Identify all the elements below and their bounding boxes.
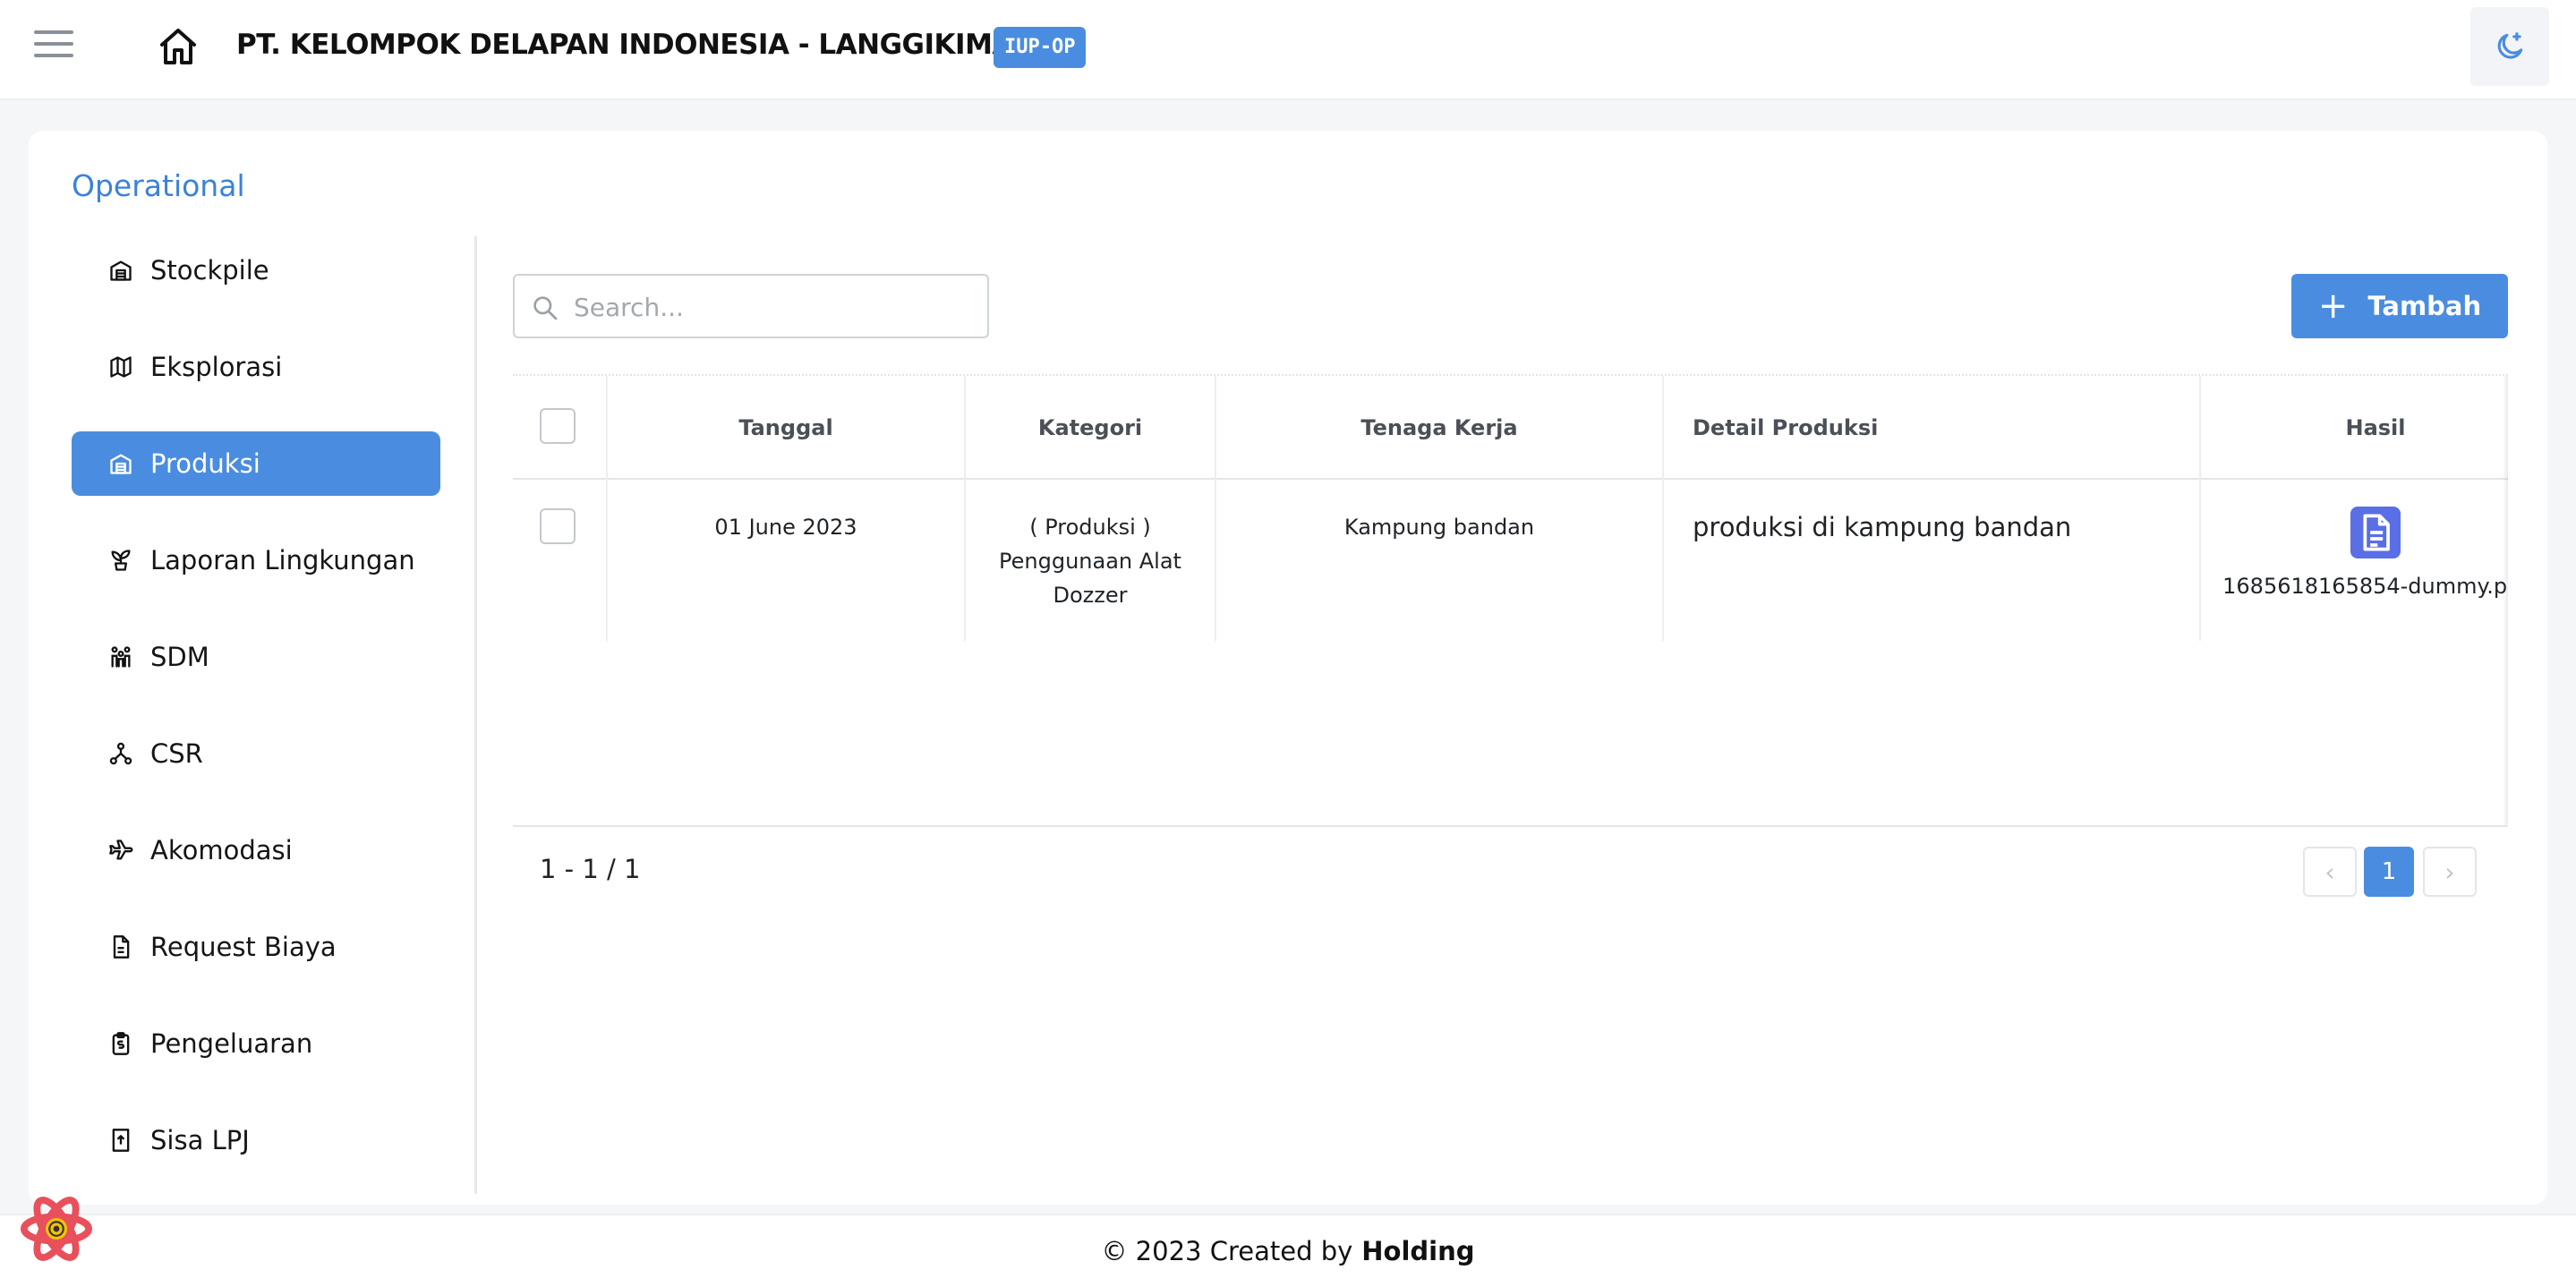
plane-icon [107,837,134,864]
search-icon [533,296,558,320]
page-button-1[interactable]: 1 [2364,847,2414,897]
column-header-tenaga-kerja[interactable]: Tenaga Kerja [1215,376,1662,480]
people-icon [107,644,134,670]
sidebar-item-request-biaya[interactable]: Request Biaya [72,915,440,979]
kategori-line: Penggunaan Alat [999,549,1181,574]
sidebar-item-laporan-lingkungan[interactable]: Laporan Lingkungan [72,528,440,592]
theme-toggle-button[interactable] [2470,7,2549,86]
sidebar-item-label: Request Biaya [150,932,337,962]
add-button[interactable]: + Tambah [2291,274,2508,338]
kategori-line: Dozzer [1053,583,1128,608]
cell-hasil: 1685618165854-dummy.pdf [2199,480,2508,641]
cell-kategori: ( Produksi ) Penggunaan Alat Dozzer [964,480,1215,641]
react-devtools-icon[interactable] [18,1190,95,1267]
top-header: PT. KELOMPOK DELAPAN INDONESIA - LANGGIK… [0,0,2576,100]
cell-tanggal: 01 June 2023 [606,480,964,641]
scroll-shadow [2503,376,2508,825]
footer-text: © 2023 Created by [1101,1236,1353,1266]
sidebar-item-label: CSR [150,738,203,769]
sidebar-item-label: Akomodasi [150,835,293,865]
document-icon [107,933,134,960]
sidebar-item-label: Pengeluaran [150,1028,313,1059]
cell-tenaga-kerja: Kampung bandan [1215,480,1662,641]
sidebar-divider [474,236,477,1194]
sidebar-item-label: SDM [150,642,209,672]
sidebar-item-produksi[interactable]: Produksi [72,431,440,496]
sidebar-item-label: Eksplorasi [150,352,283,382]
search-field[interactable] [513,274,989,338]
kategori-line: ( Produksi ) [1029,515,1151,540]
network-icon [107,740,134,767]
column-header-tanggal[interactable]: Tanggal [606,376,964,480]
sidebar-nav: Stockpile Eksplorasi Produksi Laporan Li… [72,238,440,1205]
sidebar-item-label: Produksi [150,448,260,479]
hamburger-menu-icon[interactable] [34,30,73,63]
column-header-kategori[interactable]: Kategori [964,376,1215,480]
sidebar-item-akomodasi[interactable]: Akomodasi [72,818,440,882]
file-name-link[interactable]: 1685618165854-dummy.pdf [2201,569,2508,603]
section-title: Operational [72,168,245,203]
data-table: Tanggal Kategori Tenaga Kerja Detail Pro… [513,374,2508,827]
column-header-hasil[interactable]: Hasil [2199,376,2508,480]
cell-detail-produksi: produksi di kampung bandan [1662,480,2199,641]
plus-icon: + [2317,286,2349,327]
footer-brand: Holding [1361,1236,1475,1266]
table-row[interactable]: 01 June 2023 ( Produksi ) Penggunaan Ala… [513,480,2508,641]
building-icon [107,257,134,284]
moon-icon [2497,32,2523,59]
next-page-button[interactable]: › [2423,847,2477,897]
sidebar-item-label: Stockpile [150,255,269,286]
sidebar-item-label: Sisa LPJ [150,1125,250,1155]
chevron-right-icon: › [2444,857,2455,887]
row-checkbox-cell [513,480,606,641]
sidebar-item-csr[interactable]: CSR [72,721,440,786]
receipt-icon [107,1127,134,1154]
building-icon [107,450,134,477]
map-icon [107,354,134,380]
chevron-left-icon: ‹ [2324,857,2335,887]
search-input[interactable] [574,285,968,329]
sidebar-item-sdm[interactable]: SDM [72,625,440,689]
sidebar-item-label: Laporan Lingkungan [150,545,415,575]
sidebar-item-sisa-lpj[interactable]: Sisa LPJ [72,1108,440,1172]
sidebar-item-stockpile[interactable]: Stockpile [72,238,440,303]
add-button-label: Tambah [2367,291,2482,321]
home-icon[interactable] [156,25,200,68]
company-title: PT. KELOMPOK DELAPAN INDONESIA - LANGGIK… [236,29,1013,61]
clipboard-money-icon [107,1030,134,1057]
select-all-checkbox[interactable] [540,408,576,444]
row-checkbox[interactable] [540,508,576,544]
prev-page-button[interactable]: ‹ [2303,847,2357,897]
table-header: Tanggal Kategori Tenaga Kerja Detail Pro… [513,376,2508,480]
pagination-range: 1 - 1 / 1 [540,854,641,884]
sidebar-item-pengeluaran[interactable]: Pengeluaran [72,1011,440,1076]
sidebar-item-eksplorasi[interactable]: Eksplorasi [72,335,440,399]
footer: © 2023 Created by Holding [0,1214,2576,1287]
license-badge: IUP-OP [994,27,1087,68]
column-header-detail-produksi[interactable]: Detail Produksi [1662,376,2199,480]
file-document-icon[interactable] [2350,507,2401,558]
header-checkbox-cell [513,376,606,480]
plant-icon [107,547,134,574]
